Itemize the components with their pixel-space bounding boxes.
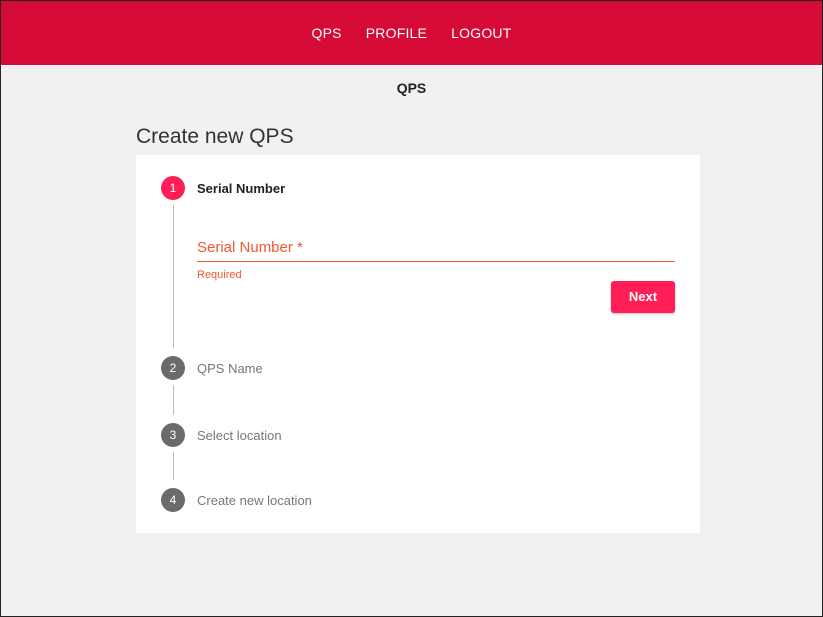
step-2-label[interactable]: QPS Name (197, 361, 263, 376)
section-title: QPS (396, 80, 427, 96)
next-button[interactable]: Next (611, 281, 675, 313)
page-title: Create new QPS (136, 125, 294, 148)
serial-number-input[interactable] (197, 239, 679, 263)
step-1-number-badge: 1 (161, 176, 185, 200)
nav-item-qps[interactable]: QPS (312, 25, 342, 41)
stepper-card: 1 Serial Number Serial Number * Required… (136, 155, 700, 533)
serial-number-error: Required (197, 269, 242, 281)
step-3-number-badge: 3 (161, 423, 185, 447)
top-nav-bar: QPS PROFILE LOGOUT (1, 1, 822, 65)
step-2-number-badge: 2 (161, 356, 185, 380)
step-4-label[interactable]: Create new location (197, 493, 312, 508)
nav-menu: QPS PROFILE LOGOUT (1, 25, 822, 41)
app-window: QPS PROFILE LOGOUT QPS Create new QPS 1 … (0, 0, 823, 617)
nav-item-profile[interactable]: PROFILE (366, 25, 427, 41)
step-4-number-badge: 4 (161, 488, 185, 512)
serial-number-underline (197, 261, 675, 262)
nav-item-logout[interactable]: LOGOUT (451, 25, 511, 41)
step-connector-3 (173, 452, 174, 480)
step-1-label[interactable]: Serial Number (197, 181, 285, 196)
step-connector-2 (173, 385, 174, 415)
step-connector-1 (173, 205, 174, 348)
step-3-label[interactable]: Select location (197, 428, 282, 443)
